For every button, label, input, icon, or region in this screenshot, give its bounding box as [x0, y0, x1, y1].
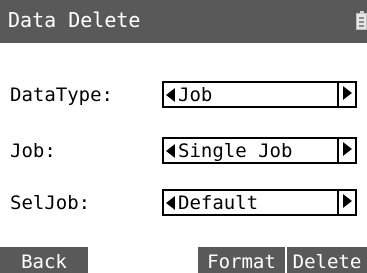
job-label: Job: [10, 140, 56, 162]
triangle-left-icon[interactable] [166, 88, 175, 102]
seljob-row: SelJob: Default [0, 188, 367, 218]
format-button[interactable]: Format [198, 247, 285, 273]
triangle-left-icon[interactable] [166, 196, 175, 210]
job-row: Job: Single Job [0, 136, 367, 166]
battery-level-bar [359, 21, 364, 23]
battery-level-bar [359, 17, 364, 19]
job-next-button[interactable] [337, 137, 355, 164]
seljob-selector[interactable]: Default [162, 189, 357, 216]
seljob-next-button[interactable] [337, 189, 355, 216]
page-title: Data Delete [8, 8, 141, 32]
triangle-left-icon[interactable] [166, 144, 175, 158]
title-bar: Data Delete [0, 0, 367, 43]
job-selector[interactable]: Single Job [162, 137, 357, 164]
seljob-label: SelJob: [10, 192, 91, 214]
back-button[interactable]: Back [0, 247, 88, 273]
datatype-label: DataType: [10, 84, 113, 106]
seljob-value: Default [178, 192, 259, 214]
battery-cap [360, 11, 364, 14]
delete-button[interactable]: Delete [287, 247, 367, 273]
datatype-value: Job [178, 84, 213, 106]
datatype-selector[interactable]: Job [162, 81, 357, 108]
battery-icon [356, 11, 367, 30]
triangle-right-icon [343, 86, 352, 100]
datatype-row: DataType: Job [0, 80, 367, 110]
triangle-right-icon [343, 194, 352, 208]
battery-level-bar [359, 25, 364, 27]
job-value: Single Job [178, 140, 293, 162]
triangle-right-icon [343, 142, 352, 156]
datatype-next-button[interactable] [337, 81, 355, 108]
